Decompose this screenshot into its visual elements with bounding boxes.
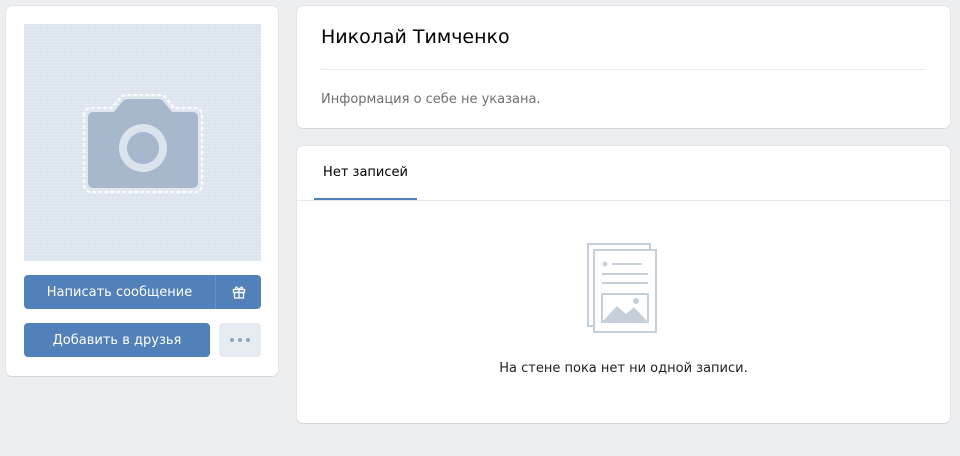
gift-icon: [232, 286, 245, 299]
divider: [297, 200, 950, 201]
avatar[interactable]: [24, 24, 261, 261]
camera-icon: [82, 94, 204, 194]
more-dots-icon: [230, 338, 250, 342]
send-message-button[interactable]: Написать сообщение: [24, 275, 215, 309]
profile-info-text: Информация о себе не указана.: [321, 92, 541, 107]
send-message-label: Написать сообщение: [46, 284, 193, 300]
empty-wall-message: На стене пока нет ни одной записи.: [499, 361, 748, 376]
more-actions-button[interactable]: [219, 323, 261, 357]
tab-label: Нет записей: [323, 164, 408, 180]
profile-card: Написать сообщение Добавить в друзья: [6, 6, 278, 376]
add-friend-label: Добавить в друзья: [52, 332, 182, 348]
wall-card: Нет записей На стене пока нет ни одной з…: [297, 146, 950, 423]
add-friend-button[interactable]: Добавить в друзья: [24, 323, 210, 357]
gift-button[interactable]: [215, 275, 261, 309]
document-image-icon: [587, 243, 657, 333]
profile-name: Николай Тимченко: [321, 26, 510, 48]
profile-info-card: Николай Тимченко Информация о себе не ук…: [297, 6, 950, 128]
divider: [321, 69, 926, 70]
tab-no-posts[interactable]: Нет записей: [314, 146, 417, 200]
